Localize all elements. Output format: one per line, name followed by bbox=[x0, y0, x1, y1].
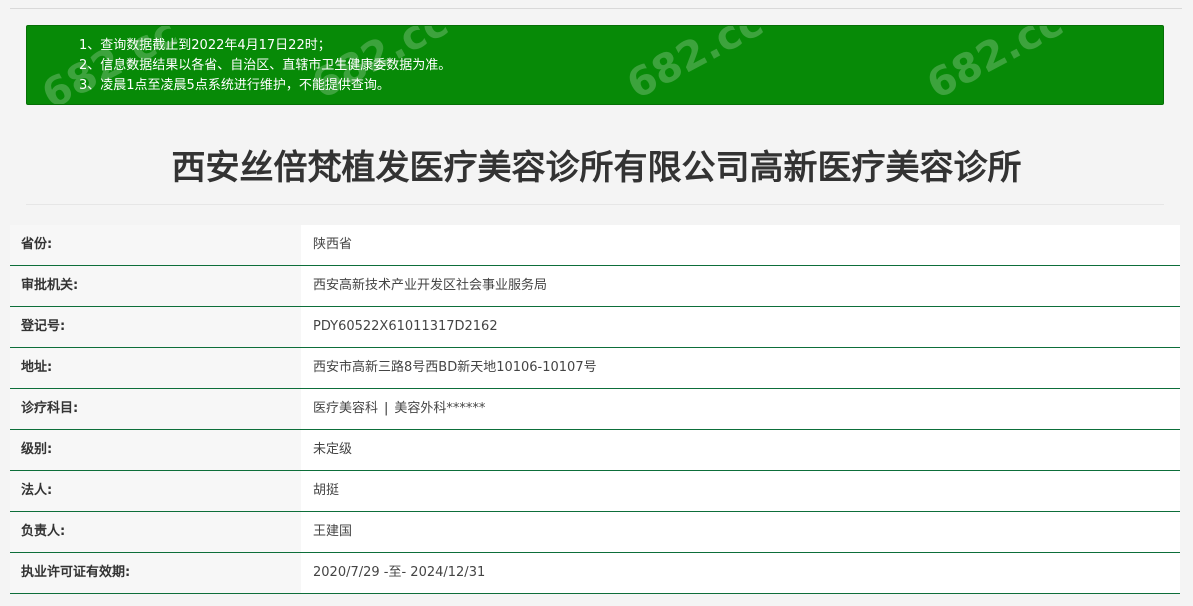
table-row: 省份: 陕西省 bbox=[10, 225, 1180, 266]
table-row: 执业许可证有效期: 2020/7/29 -至- 2024/12/31 bbox=[10, 553, 1180, 594]
notice-line-1: 1、查询数据截止到2022年4月17日22时； bbox=[79, 38, 331, 53]
department-separator: | bbox=[384, 401, 389, 416]
row-label-person-in-charge: 负责人: bbox=[10, 512, 301, 552]
row-value-approval-authority: 西安高新技术产业开发区社会事业服务局 bbox=[301, 266, 1180, 306]
top-divider bbox=[10, 8, 1182, 9]
notice-line-2: 2、信息数据结果以各省、自治区、直辖市卫生健康委数据为准。 bbox=[79, 58, 452, 73]
row-label-address: 地址: bbox=[10, 348, 301, 388]
department-2: 美容外科****** bbox=[394, 401, 486, 416]
page-title: 西安丝倍梵植发医疗美容诊所有限公司高新医疗美容诊所 bbox=[171, 148, 1022, 188]
table-row: 诊疗科目: 医疗美容科 | 美容外科****** bbox=[10, 389, 1180, 430]
notice-line-3: 3、凌晨1点至凌晨5点系统进行维护，不能提供查询。 bbox=[79, 78, 390, 93]
table-row: 登记号: PDY60522X61011317D2162 bbox=[10, 307, 1180, 348]
department-1: 医疗美容科 bbox=[313, 401, 379, 416]
row-label-legal-person: 法人: bbox=[10, 471, 301, 511]
row-label-approval-authority: 审批机关: bbox=[10, 266, 301, 306]
row-value-license-validity: 2020/7/29 -至- 2024/12/31 bbox=[301, 553, 1180, 593]
row-value-departments: 医疗美容科 | 美容外科****** bbox=[301, 389, 1180, 429]
row-value-province: 陕西省 bbox=[301, 225, 1180, 265]
row-label-level: 级别: bbox=[10, 430, 301, 470]
row-value-level: 未定级 bbox=[301, 430, 1180, 470]
row-value-person-in-charge: 王建国 bbox=[301, 512, 1180, 552]
row-label-license-validity: 执业许可证有效期: bbox=[10, 553, 301, 593]
row-value-address: 西安市高新三路8号西BD新天地10106-10107号 bbox=[301, 348, 1180, 388]
row-label-departments: 诊疗科目: bbox=[10, 389, 301, 429]
row-value-legal-person: 胡挺 bbox=[301, 471, 1180, 511]
table-row: 法人: 胡挺 bbox=[10, 471, 1180, 512]
page: 682.cc 682.cc 682.cc 682.cc 1、查询数据截止到202… bbox=[0, 0, 1193, 606]
table-row: 审批机关: 西安高新技术产业开发区社会事业服务局 bbox=[10, 266, 1180, 307]
table-row: 负责人: 王建国 bbox=[10, 512, 1180, 553]
info-table: 省份: 陕西省 审批机关: 西安高新技术产业开发区社会事业服务局 登记号: PD… bbox=[10, 225, 1180, 594]
table-row: 地址: 西安市高新三路8号西BD新天地10106-10107号 bbox=[10, 348, 1180, 389]
row-value-registration-number: PDY60522X61011317D2162 bbox=[301, 307, 1180, 347]
title-divider bbox=[26, 204, 1164, 205]
table-row: 级别: 未定级 bbox=[10, 430, 1180, 471]
row-label-registration-number: 登记号: bbox=[10, 307, 301, 347]
row-label-province: 省份: bbox=[10, 225, 301, 265]
notice-banner: 682.cc 682.cc 682.cc 682.cc 1、查询数据截止到202… bbox=[26, 25, 1164, 105]
